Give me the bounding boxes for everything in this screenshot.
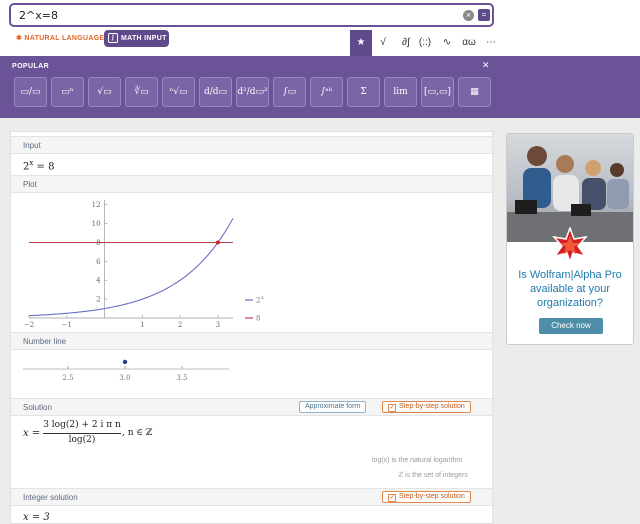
- palette-nthroot-button[interactable]: ⁿ√▭: [162, 77, 195, 107]
- wolfram-spikey-icon: [552, 227, 588, 263]
- integer-step-by-step-label: Step-by-step solution: [399, 493, 465, 500]
- check-icon: ✓: [388, 404, 396, 412]
- number-line-point: [122, 359, 128, 365]
- palette-limit-button[interactable]: lim: [384, 77, 417, 107]
- palette-title: POPULAR: [12, 63, 50, 70]
- tab-popular[interactable]: ★: [350, 30, 372, 56]
- solution-numerator: 3 log(2) + 2 i π n: [43, 420, 121, 430]
- number-line: 2.5 3.0 3.5: [23, 359, 229, 382]
- y-tick-label: 4: [96, 277, 101, 285]
- y-tick-label: 12: [92, 201, 101, 209]
- input-expression: 2x = 8: [23, 159, 54, 172]
- palette-second-derivative-button[interactable]: d²/d▭²: [236, 77, 269, 107]
- fraction-bar: [43, 433, 121, 434]
- math-icon: ∫: [108, 33, 118, 43]
- y-tick-label: 10: [92, 220, 101, 228]
- integers-note: ℤ is the set of integers: [398, 472, 468, 479]
- solution-denominator: log(2): [68, 435, 96, 445]
- input-pod-title: Input: [11, 136, 492, 154]
- tab-functions[interactable]: ∿: [436, 30, 458, 56]
- palette-definite-integral-button[interactable]: ∫ᵃᵇ: [310, 77, 343, 107]
- top-bar: 2^x=8 × = ✱ NATURAL LANGUAGE ∫ MATH INPU…: [0, 0, 640, 56]
- natural-language-mode[interactable]: ✱ NATURAL LANGUAGE: [16, 34, 104, 42]
- x-tick-label: 3: [216, 321, 220, 329]
- palette-sqrt-button[interactable]: √▭: [88, 77, 121, 107]
- number-line-label: 3.5: [176, 374, 187, 382]
- series-line-2x: [28, 218, 234, 317]
- y-tick-label: 2: [96, 296, 100, 304]
- number-line-label: 2.5: [62, 374, 73, 382]
- math-input-mode[interactable]: ∫ MATH INPUT: [104, 30, 169, 47]
- legend-label: 8: [256, 315, 260, 323]
- natural-language-label: NATURAL LANGUAGE: [24, 35, 105, 42]
- step-by-step-label: Step-by-step solution: [399, 403, 465, 410]
- math-palette: POPULAR ✕ ▭/▭ ▭ⁿ √▭ ∛▭ ⁿ√▭ d/d▭ d²/d▭² ∫…: [0, 56, 640, 118]
- tab-matrices[interactable]: (::): [412, 30, 438, 56]
- check-icon: ✓: [388, 494, 396, 502]
- pro-ad[interactable]: Is Wolfram|Alpha Pro available at your o…: [506, 133, 634, 345]
- legend-label: 2: [256, 297, 260, 305]
- approximate-form-button[interactable]: Approximate form: [299, 401, 367, 413]
- x-tick-label: −2: [24, 321, 34, 329]
- search-input[interactable]: 2^x=8: [19, 9, 58, 22]
- log-note: log(x) is the natural logarithm: [372, 457, 463, 464]
- integer-step-by-step-button[interactable]: ✓ Step-by-step solution: [382, 491, 471, 503]
- integer-solution-expr: x = 3: [23, 512, 50, 523]
- input-rest: = 8: [33, 161, 55, 173]
- palette-derivative-button[interactable]: d/d▭: [199, 77, 232, 107]
- students-photo: [507, 134, 633, 242]
- palette-integral-button[interactable]: ∫▭: [273, 77, 306, 107]
- solution-lhs: x =: [23, 428, 41, 439]
- palette-matrix-button[interactable]: ▦: [458, 77, 491, 107]
- legend-label-exponent: x: [261, 295, 264, 301]
- x-tick-label: −1: [62, 321, 72, 329]
- solution-condition: , n ∈ ℤ: [122, 428, 153, 438]
- tab-greek[interactable]: αω: [458, 30, 480, 56]
- palette-sum-button[interactable]: Σ: [347, 77, 380, 107]
- tab-roots[interactable]: √: [372, 30, 394, 56]
- close-icon[interactable]: ✕: [482, 60, 490, 71]
- y-tick-label: 6: [96, 258, 101, 266]
- check-now-button[interactable]: Check now: [539, 318, 603, 334]
- search-box[interactable]: 2^x=8 × =: [9, 3, 494, 27]
- number-line-label: 3.0: [119, 374, 130, 382]
- x-tick-label: 2: [178, 321, 182, 329]
- plot-pod-title: Plot: [11, 175, 492, 193]
- palette-cbrt-button[interactable]: ∛▭: [125, 77, 158, 107]
- x-tick-label: 1: [140, 321, 144, 329]
- clear-icon[interactable]: ×: [463, 10, 474, 21]
- number-line-pod-title: Number line: [11, 332, 492, 350]
- compute-button[interactable]: =: [478, 9, 490, 21]
- students-illustration: [507, 146, 633, 242]
- palette-fraction-button[interactable]: ▭/▭: [14, 77, 47, 107]
- step-by-step-button[interactable]: ✓ Step-by-step solution: [382, 401, 471, 413]
- palette-vector-button[interactable]: [▭,▭]: [421, 77, 454, 107]
- palette-power-button[interactable]: ▭ⁿ: [51, 77, 84, 107]
- results-panel: Input 2x = 8 Plot −2−1123246810122x8 Num…: [10, 131, 493, 524]
- plot-chart: −2−1123246810122x8: [24, 200, 264, 329]
- ad-headline: Is Wolfram|Alpha Pro available at your o…: [518, 269, 622, 309]
- math-input-label: MATH INPUT: [121, 35, 167, 42]
- intersection-point: [215, 240, 220, 245]
- tab-more[interactable]: ⋯: [480, 30, 502, 56]
